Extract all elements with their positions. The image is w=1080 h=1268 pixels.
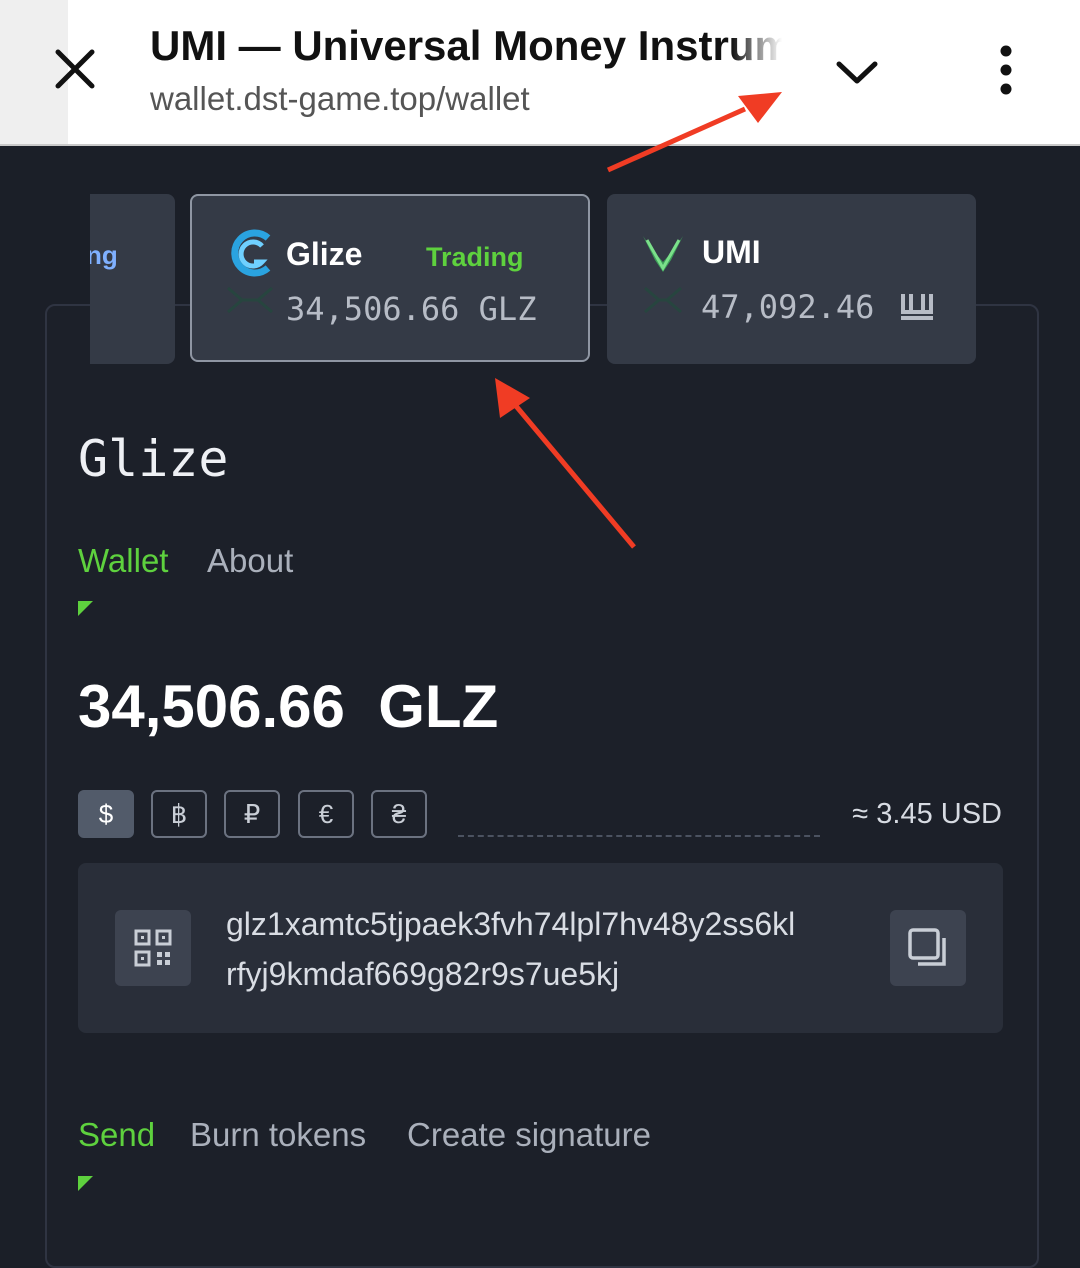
chevron-down-icon[interactable] <box>834 54 880 90</box>
close-icon[interactable] <box>52 46 98 92</box>
token-amount-umi: 47,092.46 <box>701 288 875 326</box>
token-amount-glize: 34,506.66 GLZ <box>286 290 537 328</box>
trading-badge: Trading <box>426 242 524 272</box>
address-box: glz1xamtc5tjpaek3fvh74lpl7hv48y2ss6kl rf… <box>78 863 1003 1033</box>
tab-about[interactable]: About <box>207 542 293 580</box>
currency-uah-button[interactable]: ₴ <box>371 790 427 838</box>
active-action-indicator <box>78 1176 93 1191</box>
wallet-address-line1: glz1xamtc5tjpaek3fvh74lpl7hv48y2ss6kl <box>226 906 796 942</box>
umi-logo-icon <box>641 232 685 325</box>
page-url[interactable]: wallet.dst-game.top/wallet <box>150 80 530 118</box>
token-card-umi[interactable]: UMI 47,092.46 <box>607 194 976 364</box>
tab-wallet[interactable]: Wallet <box>78 542 168 580</box>
token-name-glize: Glize <box>286 236 363 272</box>
active-tab-indicator <box>78 601 93 616</box>
browser-toolbar: UMI — Universal Money Instrument wallet.… <box>0 0 1080 146</box>
page-title: UMI — Universal Money Instrument <box>150 22 782 69</box>
tab-burn-tokens[interactable]: Burn tokens <box>190 1116 366 1154</box>
currency-rub-button[interactable]: ₽ <box>224 790 280 838</box>
token-name-umi: UMI <box>702 234 761 270</box>
currency-usd-button[interactable]: $ <box>78 790 134 838</box>
token-card-partial[interactable]: ng <box>90 194 175 364</box>
tab-create-signature[interactable]: Create signature <box>407 1116 651 1154</box>
dotted-separator <box>458 835 820 837</box>
token-title: Glize <box>78 430 229 488</box>
qr-code-icon[interactable] <box>115 910 191 986</box>
currency-btc-button[interactable]: ฿ <box>151 790 207 838</box>
token-card-glize[interactable]: Glize Trading 34,506.66 GLZ <box>190 194 590 362</box>
copy-icon[interactable] <box>890 910 966 986</box>
token-card-partial-label: ng <box>90 240 118 270</box>
tab-send[interactable]: Send <box>78 1116 155 1154</box>
wallet-address-line2: rfyj9kmdaf669g82r9s7ue5kj <box>226 956 620 992</box>
more-vert-icon[interactable] <box>994 44 1018 96</box>
usd-equivalent: ≈ 3.45 USD <box>852 798 1002 830</box>
umi-currency-icon <box>899 292 935 327</box>
wallet-address[interactable]: glz1xamtc5tjpaek3fvh74lpl7hv48y2ss6kl rf… <box>226 899 866 999</box>
currency-eur-button[interactable]: € <box>298 790 354 838</box>
balance-amount: 34,506.66 GLZ <box>78 673 499 740</box>
glize-logo-icon <box>224 228 276 323</box>
